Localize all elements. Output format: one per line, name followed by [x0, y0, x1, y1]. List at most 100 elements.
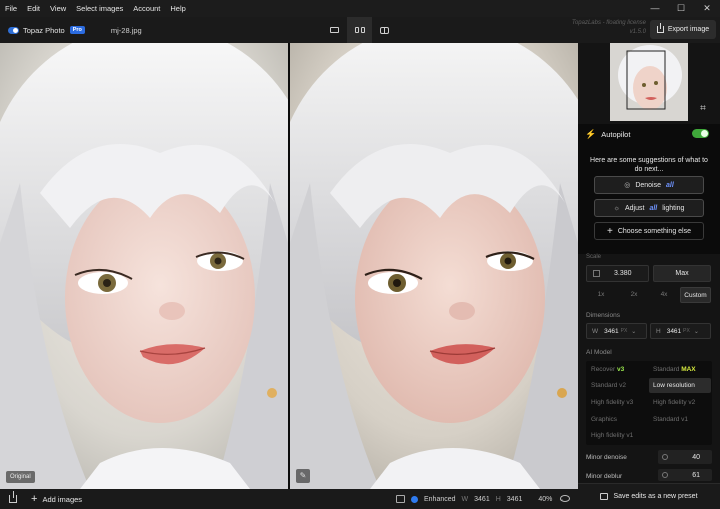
- single-view-icon: [330, 27, 339, 33]
- original-image-pane[interactable]: Original: [0, 43, 288, 489]
- scale-4x[interactable]: 4x: [650, 287, 678, 303]
- side-by-side-button[interactable]: [347, 17, 372, 43]
- menu-bar: File Edit View Select images Account Hel…: [0, 0, 720, 17]
- chevron-down-icon: ⌄: [631, 328, 637, 335]
- eye-icon[interactable]: [560, 495, 570, 502]
- minor-denoise-value: 40: [692, 453, 700, 461]
- lighting-icon: ☼: [613, 204, 620, 212]
- single-view-button[interactable]: [322, 17, 347, 43]
- preset-icon: [600, 493, 609, 500]
- width-field[interactable]: W 3461 PX ⌄: [586, 323, 647, 339]
- status-bar: + Add images Enhanced W 3461 H 3461 40% …: [0, 489, 578, 509]
- pencil-icon[interactable]: ✎: [296, 469, 310, 483]
- height-field-value: 3461: [666, 327, 682, 335]
- model-high-fidelity-v3[interactable]: High fidelity v3: [587, 395, 647, 410]
- crop-icon[interactable]: ⌗: [697, 103, 709, 115]
- minimize-button[interactable]: —: [642, 0, 668, 17]
- add-images-label: Add images: [42, 494, 83, 504]
- add-images-button[interactable]: + Add images: [31, 494, 83, 505]
- width-label: W: [461, 495, 469, 503]
- save-preset-button[interactable]: Save edits as a new preset: [578, 483, 720, 509]
- version-text: v1.5.0: [629, 29, 646, 35]
- menu-view[interactable]: View: [45, 0, 71, 17]
- minor-deblur-label: Minor deblur: [586, 473, 623, 480]
- model-standard-v2[interactable]: Standard v2: [587, 378, 647, 393]
- portrait-original: [0, 43, 288, 489]
- minor-deblur-slider[interactable]: 61: [658, 469, 712, 481]
- plus-icon: +: [607, 225, 613, 237]
- minor-denoise-slider[interactable]: 40: [658, 450, 712, 464]
- license-info: TopazLabs - floating license v1.5.0: [560, 19, 646, 37]
- pro-badge: Pro: [69, 26, 85, 34]
- status-info: Enhanced W 3461 H 3461 40% ⌄: [396, 489, 564, 509]
- standard-label: Standard: [653, 366, 680, 373]
- chevron-down-icon: ⌄: [693, 328, 699, 335]
- scale-max-button[interactable]: Max: [653, 265, 711, 282]
- menu-file[interactable]: File: [0, 0, 22, 17]
- export-label: Export image: [667, 26, 710, 33]
- recover-version: v3: [617, 366, 625, 373]
- split-view-icon: [380, 26, 389, 34]
- minor-deblur-value: 61: [692, 471, 700, 479]
- model-graphics[interactable]: Graphics: [587, 412, 647, 427]
- file-name[interactable]: mj-28.jpg: [111, 26, 142, 35]
- original-tag: Original: [6, 471, 35, 483]
- close-button[interactable]: ✕: [694, 0, 720, 17]
- adjust-lighting-button[interactable]: ☼ Adjust all lighting: [594, 199, 704, 217]
- adjust-suffix: lighting: [662, 204, 685, 212]
- menu-account[interactable]: Account: [128, 0, 165, 17]
- window-controls: — ☐ ✕: [642, 0, 720, 17]
- adjust-label: Adjust: [624, 204, 645, 212]
- scale-icon: [593, 270, 600, 277]
- save-preset-label: Save edits as a new preset: [613, 493, 698, 500]
- scale-input[interactable]: 3.380: [586, 265, 649, 282]
- app-toggle[interactable]: [8, 26, 19, 34]
- maximize-button[interactable]: ☐: [668, 0, 694, 17]
- choose-label: Choose something else: [617, 227, 691, 235]
- app-brand: Topaz Photo: [23, 25, 65, 35]
- menu-edit[interactable]: Edit: [22, 0, 45, 17]
- enhanced-image-pane[interactable]: [290, 43, 578, 489]
- export-icon: [656, 23, 664, 33]
- scale-custom[interactable]: Custom: [680, 287, 711, 303]
- dimensions-label: Dimensions: [586, 312, 620, 319]
- denoise-icon: ◎: [624, 182, 631, 189]
- toolbar: Topaz Photo Pro mj-28.jpg: [0, 17, 578, 43]
- scale-value: 3.380: [614, 270, 632, 277]
- height-field[interactable]: H 3461 PX ⌄: [650, 323, 711, 339]
- menu-help[interactable]: Help: [165, 0, 190, 17]
- height-unit: PX: [683, 328, 690, 334]
- image-canvas[interactable]: Original ✎: [0, 43, 578, 489]
- portrait-enhanced: [290, 43, 578, 489]
- zoom-level[interactable]: 40%: [538, 496, 552, 503]
- navigator-thumbnail[interactable]: [610, 43, 688, 121]
- bolt-icon: ⚡: [585, 129, 597, 139]
- width-field-value: 3461: [604, 327, 619, 335]
- denoise-suggestion-button[interactable]: ◎ Denoise all: [594, 176, 704, 194]
- model-standard-max[interactable]: Standard MAX: [649, 362, 711, 377]
- model-high-fidelity-v1[interactable]: High fidelity v1: [587, 428, 647, 443]
- upload-icon[interactable]: [9, 491, 17, 503]
- denoise-label: Denoise: [635, 181, 661, 189]
- autopilot-label: Autopilot: [601, 130, 631, 139]
- thumbnail-image: [610, 43, 688, 121]
- standard-max-label: MAX: [681, 366, 696, 373]
- menu-select-images[interactable]: Select images: [71, 0, 128, 17]
- split-view-button[interactable]: [372, 17, 397, 43]
- adjust-highlight: all: [649, 204, 658, 212]
- width-key: W: [592, 327, 599, 335]
- autopilot-toggle[interactable]: [692, 129, 709, 138]
- height-value: 3461: [506, 495, 523, 503]
- model-standard-v1[interactable]: Standard v1: [649, 412, 711, 427]
- model-high-fidelity-v2[interactable]: High fidelity v2: [649, 395, 711, 410]
- export-image-button[interactable]: Export image: [650, 20, 716, 39]
- model-low-resolution[interactable]: Low resolution: [649, 378, 711, 393]
- choose-something-else-button[interactable]: + Choose something else: [594, 222, 704, 240]
- scale-2x[interactable]: 2x: [619, 287, 649, 303]
- frame-icon[interactable]: [396, 495, 405, 503]
- scale-label: Scale: [586, 254, 602, 260]
- scale-1x[interactable]: 1x: [586, 287, 616, 303]
- model-recover-v3[interactable]: Recover v3: [587, 362, 647, 377]
- view-mode-group: [322, 17, 397, 43]
- height-label: H: [495, 495, 501, 503]
